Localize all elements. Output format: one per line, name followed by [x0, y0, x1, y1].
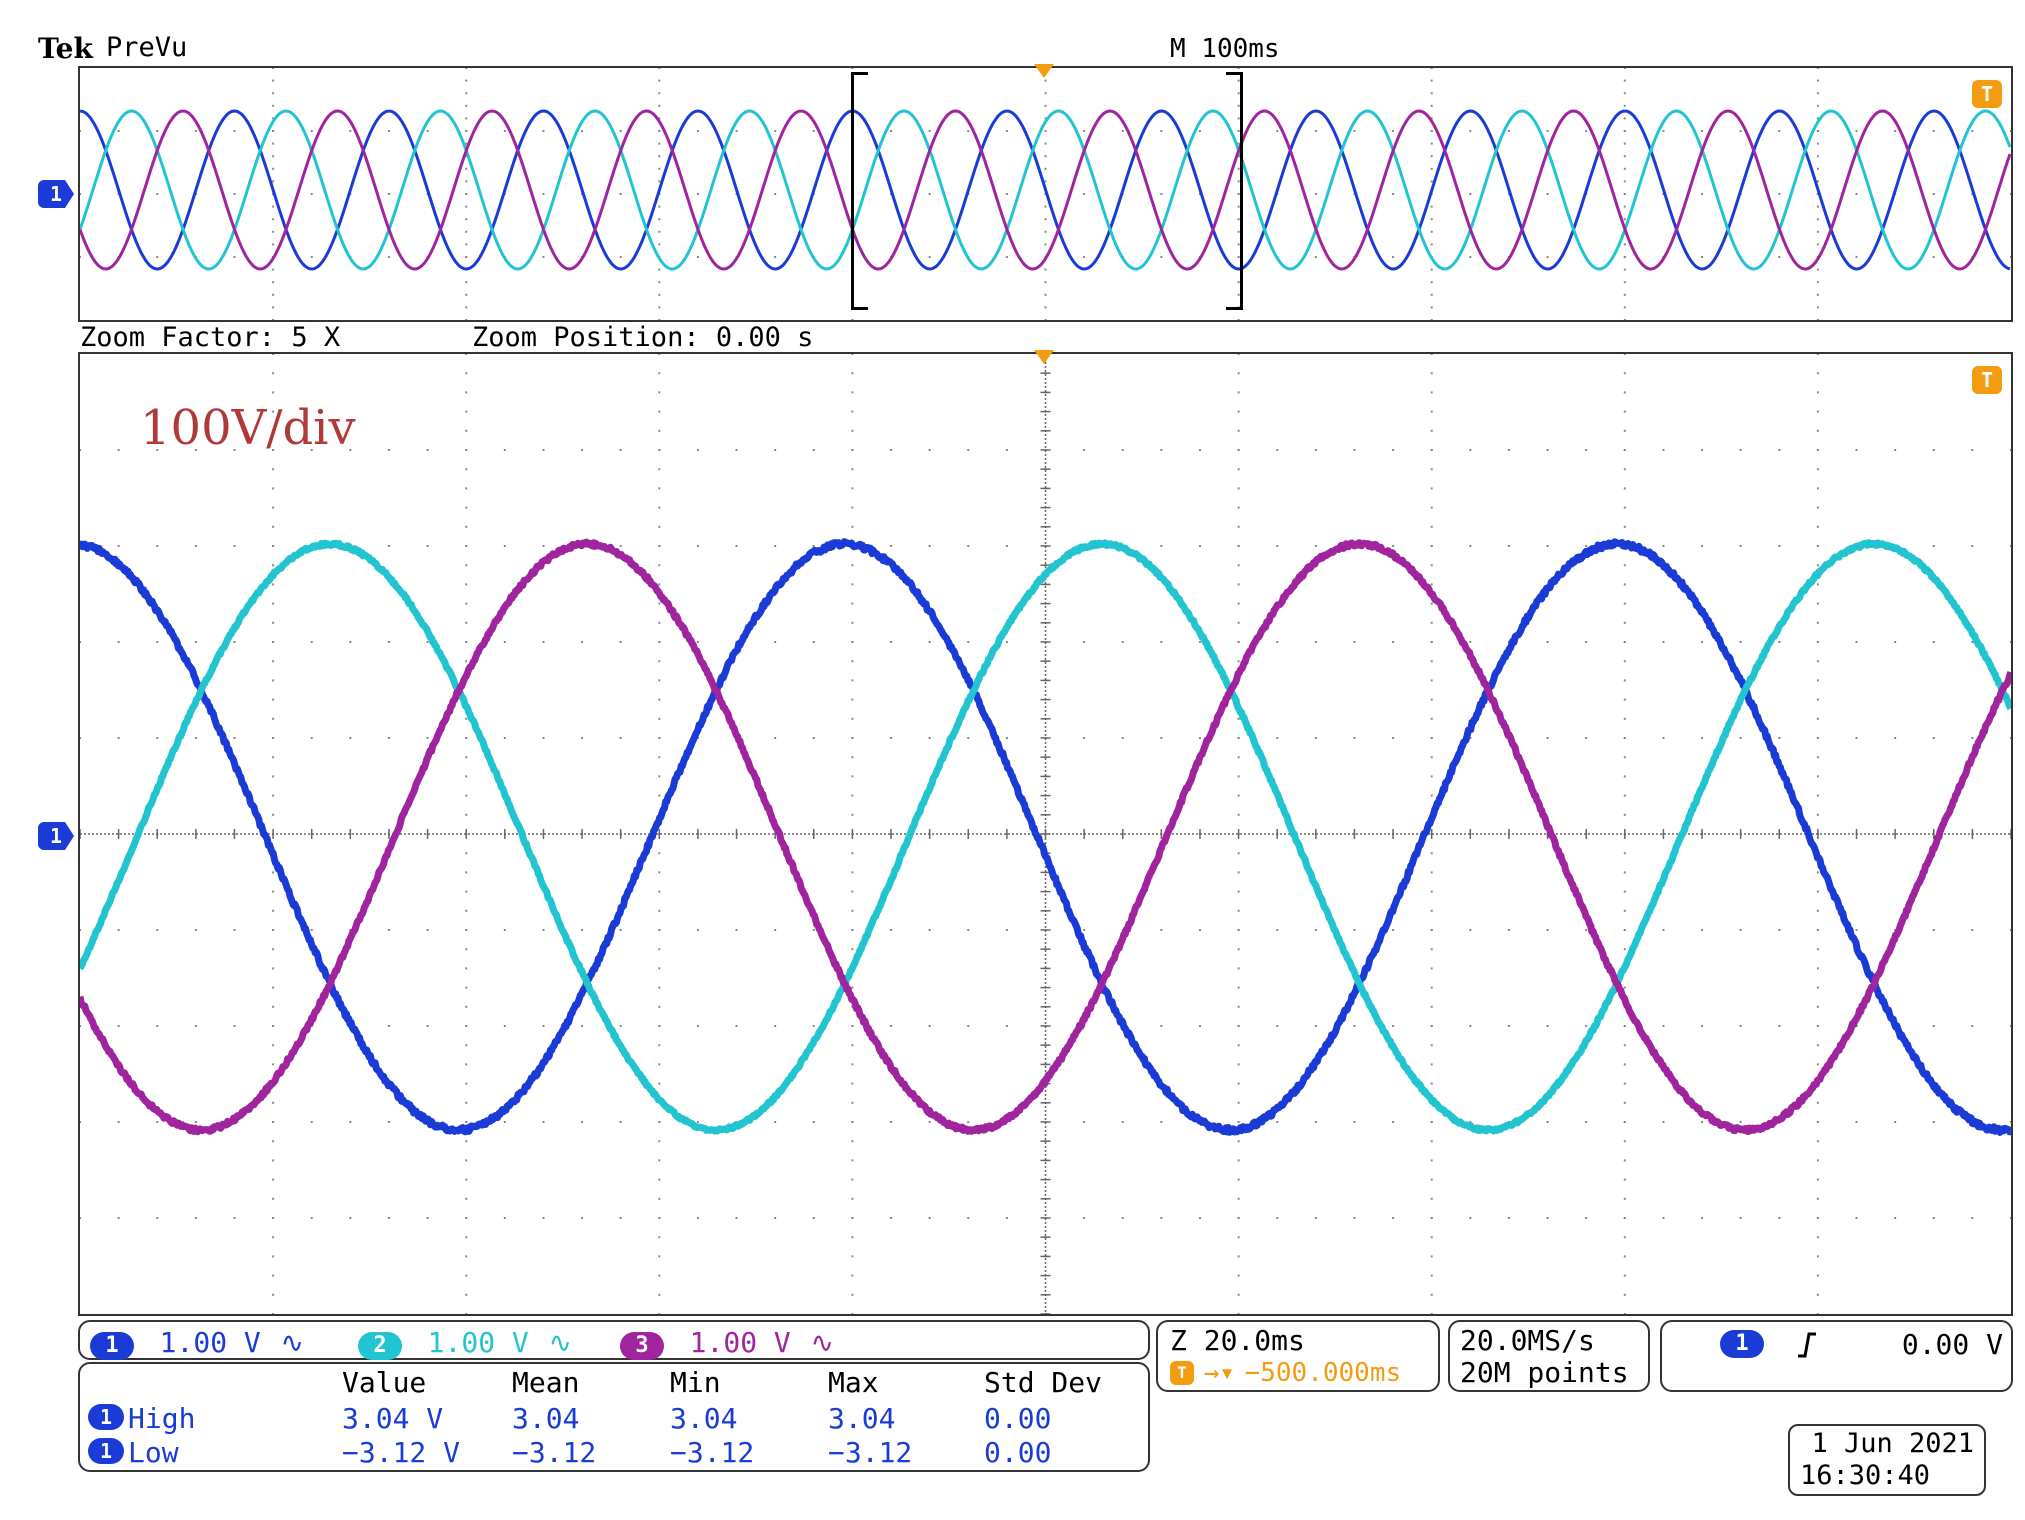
trigger-offset-arrow-icon: →▾ [1204, 1358, 1235, 1388]
meas-row-high-std: 0.00 [984, 1402, 1051, 1435]
measurement-panel[interactable]: Value Mean Min Max Std Dev 1 High 3.04 V… [78, 1362, 1150, 1472]
brand-logo: Tek [38, 32, 93, 65]
record-length: 20M points [1460, 1356, 1629, 1389]
zoom-waveform-window[interactable] [78, 352, 2013, 1316]
zoom-ch1-ground-marker[interactable]: 1 [38, 822, 74, 850]
trigger-level: 0.00 V [1902, 1328, 2003, 1361]
ch2-readout[interactable]: 2 1.00 V ∿ [358, 1326, 572, 1360]
meas-row-low-source-badge: 1 [88, 1438, 124, 1464]
overview-ch1-ground-marker[interactable]: 1 [38, 180, 74, 208]
meas-row-low-min: −3.12 [670, 1436, 754, 1469]
ch2-scale: 1.00 V [428, 1326, 529, 1359]
overview-window[interactable] [78, 66, 2013, 322]
meas-header-value: Value [342, 1366, 426, 1399]
meas-row-low-value: −3.12 V [342, 1436, 460, 1469]
meas-row-high-max: 3.04 [828, 1402, 895, 1435]
ch2-coupling-icon: ∿ [548, 1326, 571, 1359]
meas-row-low-max: −3.12 [828, 1436, 912, 1469]
ch1-scale: 1.00 V [160, 1326, 261, 1359]
zoom-trigger-position-icon [1034, 350, 1054, 364]
zoom-factor-label: Zoom Factor: 5 X [80, 322, 340, 353]
rising-edge-icon [1796, 1330, 1818, 1360]
meas-row-high-mean: 3.04 [512, 1402, 579, 1435]
horizontal-readout[interactable]: Z 20.0ms T →▾ −500.000ms [1156, 1320, 1440, 1392]
ch3-scale: 1.00 V [690, 1326, 791, 1359]
ch3-readout[interactable]: 3 1.00 V ∿ [620, 1326, 834, 1360]
meas-header-max: Max [828, 1366, 879, 1399]
meas-header-std-dev: Std Dev [984, 1366, 1102, 1399]
ch1-readout[interactable]: 1 1.00 V ∿ [90, 1326, 304, 1360]
volts-per-div-annotation: 100V/div [140, 400, 356, 456]
trigger-offset-row: T →▾ −500.000ms [1170, 1358, 1401, 1388]
ch1-coupling-icon: ∿ [280, 1326, 303, 1359]
zoom-box[interactable] [851, 72, 1243, 310]
ch1-badge: 1 [90, 1332, 134, 1360]
time-label: 16:30:40 [1800, 1460, 1930, 1491]
zoom-trigger-level-icon: T [1972, 366, 2002, 394]
ch3-badge: 3 [620, 1332, 664, 1360]
sample-rate: 20.0MS/s [1460, 1324, 1595, 1357]
trigger-source-badge: 1 [1720, 1330, 1764, 1358]
datetime-box: 1 Jun 2021 16:30:40 [1788, 1424, 1986, 1496]
trigger-offset-value: −500.000ms [1245, 1358, 1402, 1388]
acquisition-readout[interactable]: 20.0MS/s 20M points [1448, 1320, 1650, 1392]
prevu-label: PreVu [106, 32, 187, 63]
zoom-position-label: Zoom Position: 0.00 s [472, 322, 813, 353]
date-label: 1 Jun 2021 [1811, 1428, 1974, 1459]
meas-row-low-label: Low [128, 1436, 179, 1469]
meas-row-low-std: 0.00 [984, 1436, 1051, 1469]
meas-row-high-value: 3.04 V [342, 1402, 443, 1435]
trigger-offset-t-icon: T [1170, 1361, 1194, 1385]
ch2-badge: 2 [358, 1332, 402, 1360]
zoom-waveforms [80, 354, 2011, 1314]
zoom-timebase: Z 20.0ms [1170, 1324, 1305, 1357]
meas-header-min: Min [670, 1366, 721, 1399]
meas-row-high-min: 3.04 [670, 1402, 737, 1435]
main-timebase-label: M 100ms [1170, 34, 1280, 64]
ch3-coupling-icon: ∿ [810, 1326, 833, 1359]
meas-row-low-mean: −3.12 [512, 1436, 596, 1469]
channel-readout-bar[interactable]: 1 1.00 V ∿ 2 1.00 V ∿ 3 1.00 V ∿ [78, 1320, 1150, 1360]
overview-trigger-level-icon: T [1972, 80, 2002, 108]
meas-row-high-source-badge: 1 [88, 1404, 124, 1430]
trigger-readout[interactable]: 1 0.00 V [1660, 1320, 2013, 1392]
overview-trigger-position-icon [1034, 64, 1054, 78]
meas-header-mean: Mean [512, 1366, 579, 1399]
meas-row-high-label: High [128, 1402, 195, 1435]
